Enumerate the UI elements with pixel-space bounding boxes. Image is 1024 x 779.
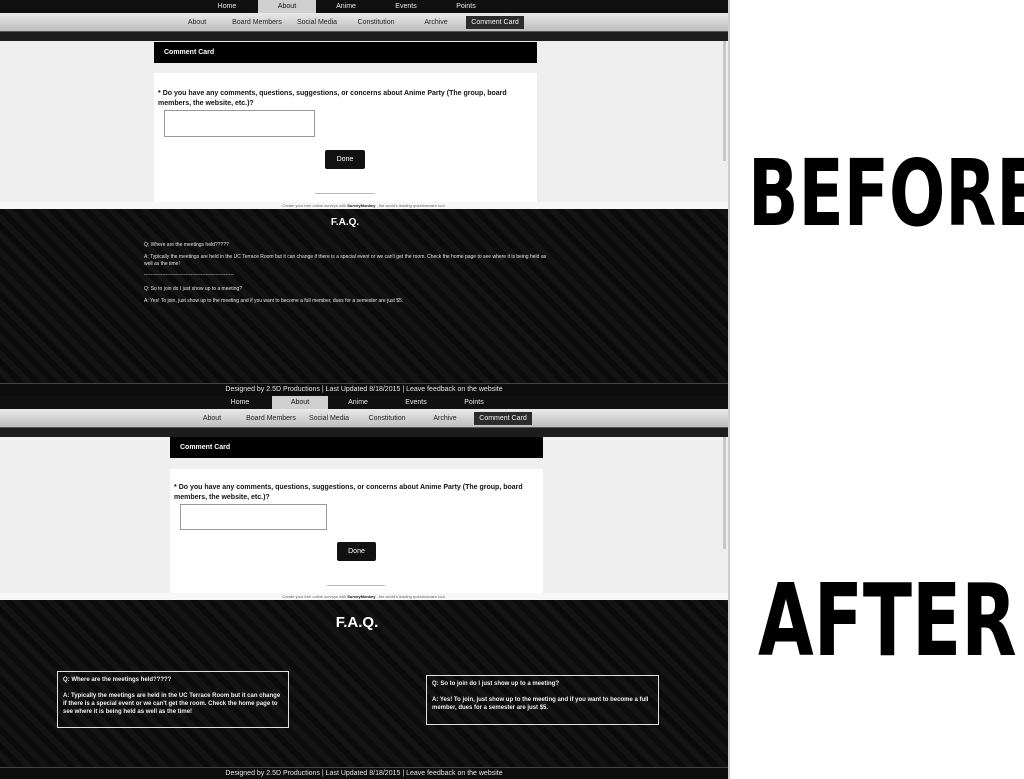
faq-separator: ----------------------------------------… <box>144 272 234 278</box>
powered-suffix: , the world's leading questionnaire tool… <box>376 594 446 599</box>
survey-question: * Do you have any comments, questions, s… <box>158 89 526 109</box>
nav-about[interactable]: About <box>272 396 328 409</box>
faq-section: F.A.Q. Q: Where are the meetings held???… <box>0 209 728 383</box>
subnav-social-media[interactable]: Social Media <box>304 412 354 425</box>
surveymonkey-link[interactable]: SurveyMonkey <box>347 203 375 208</box>
faq-q1: Q: Where are the meetings held????? <box>63 677 172 683</box>
subnav-constitution[interactable]: Constitution <box>363 412 411 425</box>
survey-question: * Do you have any comments, questions, s… <box>174 483 534 503</box>
comment-card-header: Comment Card <box>170 437 543 458</box>
subnav-about[interactable]: About <box>193 412 231 425</box>
comment-textarea[interactable] <box>180 504 327 530</box>
surveymonkey-bar: Create your free online surveys with Sur… <box>0 593 728 600</box>
question-text: Do you have any comments, questions, sug… <box>174 484 523 501</box>
powered-suffix: , the world's leading questionnaire tool… <box>376 203 446 208</box>
header-stripe <box>0 31 728 41</box>
subnav-constitution[interactable]: Constitution <box>352 16 400 29</box>
nav-events[interactable]: Events <box>388 396 444 409</box>
faq-q2: Q: So to join do I just show up to a mee… <box>432 681 559 687</box>
top-nav: Home About Anime Events Points <box>0 0 728 13</box>
nav-home[interactable]: Home <box>212 396 268 409</box>
nav-events[interactable]: Events <box>378 0 434 13</box>
scrollbar[interactable] <box>723 41 726 161</box>
faq-a2: A: Yes! To join, just show up to the mee… <box>432 697 649 711</box>
powered-prefix: Create your free online surveys with <box>282 203 347 208</box>
nav-about[interactable]: About <box>258 0 316 13</box>
faq-title: F.A.Q. <box>335 614 379 631</box>
faq-box-meetings: Q: Where are the meetings held????? A: T… <box>57 671 289 728</box>
survey-card: * Do you have any comments, questions, s… <box>154 73 537 202</box>
footer: Designed by 2.5D Productions | Last Upda… <box>0 767 728 779</box>
nav-home[interactable]: Home <box>198 0 256 13</box>
faq-q1: Q: Where are the meetings held????? <box>144 242 229 248</box>
faq-a1: A: Typically the meetings are held in th… <box>63 693 281 715</box>
subnav-comment-card[interactable]: Comment Card <box>466 16 524 29</box>
subnav-social-media[interactable]: Social Media <box>292 16 342 29</box>
after-label: AFTER <box>758 562 1017 679</box>
surveymonkey-link[interactable]: SurveyMonkey <box>347 594 375 599</box>
survey-divider <box>327 585 385 586</box>
subnav-board-members[interactable]: Board Members <box>228 16 286 29</box>
done-button[interactable]: Done <box>337 542 376 561</box>
faq-q2: Q: So to join do I just show up to a mee… <box>144 286 243 292</box>
nav-points[interactable]: Points <box>438 0 494 13</box>
comment-card-header: Comment Card <box>154 42 537 63</box>
sub-nav: About Board Members Social Media Constit… <box>0 409 728 427</box>
before-label: BEFORE <box>748 140 1024 247</box>
faq-a1: A: Typically the meetings are held in th… <box>144 254 547 267</box>
survey-divider <box>315 193 375 194</box>
sub-nav: About Board Members Social Media Constit… <box>0 13 728 31</box>
nav-points[interactable]: Points <box>446 396 502 409</box>
survey-embed: Comment Card * Do you have any comments,… <box>0 41 728 202</box>
after-screenshot: Home About Anime Events Points About Boa… <box>0 396 728 779</box>
subnav-archive[interactable]: Archive <box>418 16 454 29</box>
footer: Designed by 2.5D Productions | Last Upda… <box>0 383 728 396</box>
survey-embed: Comment Card * Do you have any comments,… <box>0 437 728 593</box>
faq-box-join: Q: So to join do I just show up to a mee… <box>426 675 659 725</box>
faq-a2: A: Yes! To join, just show up to the mee… <box>144 298 404 304</box>
subnav-comment-card[interactable]: Comment Card <box>474 412 532 425</box>
question-text: Do you have any comments, questions, sug… <box>158 90 507 107</box>
comparison-stage: Home About Anime Events Points About Boa… <box>0 0 1024 779</box>
comment-textarea[interactable] <box>164 110 315 137</box>
done-button[interactable]: Done <box>325 150 365 169</box>
survey-card: * Do you have any comments, questions, s… <box>170 469 543 593</box>
powered-prefix: Create your free online surveys with <box>282 594 347 599</box>
subnav-board-members[interactable]: Board Members <box>242 412 300 425</box>
subnav-about[interactable]: About <box>178 16 216 29</box>
panel-divider <box>728 0 730 779</box>
required-mark: * <box>174 484 177 491</box>
required-mark: * <box>158 90 161 97</box>
nav-anime[interactable]: Anime <box>330 396 386 409</box>
surveymonkey-bar: Create your free online surveys with Sur… <box>0 202 728 209</box>
scrollbar[interactable] <box>723 437 726 549</box>
nav-anime[interactable]: Anime <box>318 0 374 13</box>
header-stripe <box>0 427 728 437</box>
faq-section: F.A.Q. Q: Where are the meetings held???… <box>0 600 728 767</box>
faq-title: F.A.Q. <box>330 217 360 228</box>
top-nav: Home About Anime Events Points <box>0 396 728 409</box>
before-screenshot: Home About Anime Events Points About Boa… <box>0 0 728 396</box>
subnav-archive[interactable]: Archive <box>427 412 463 425</box>
